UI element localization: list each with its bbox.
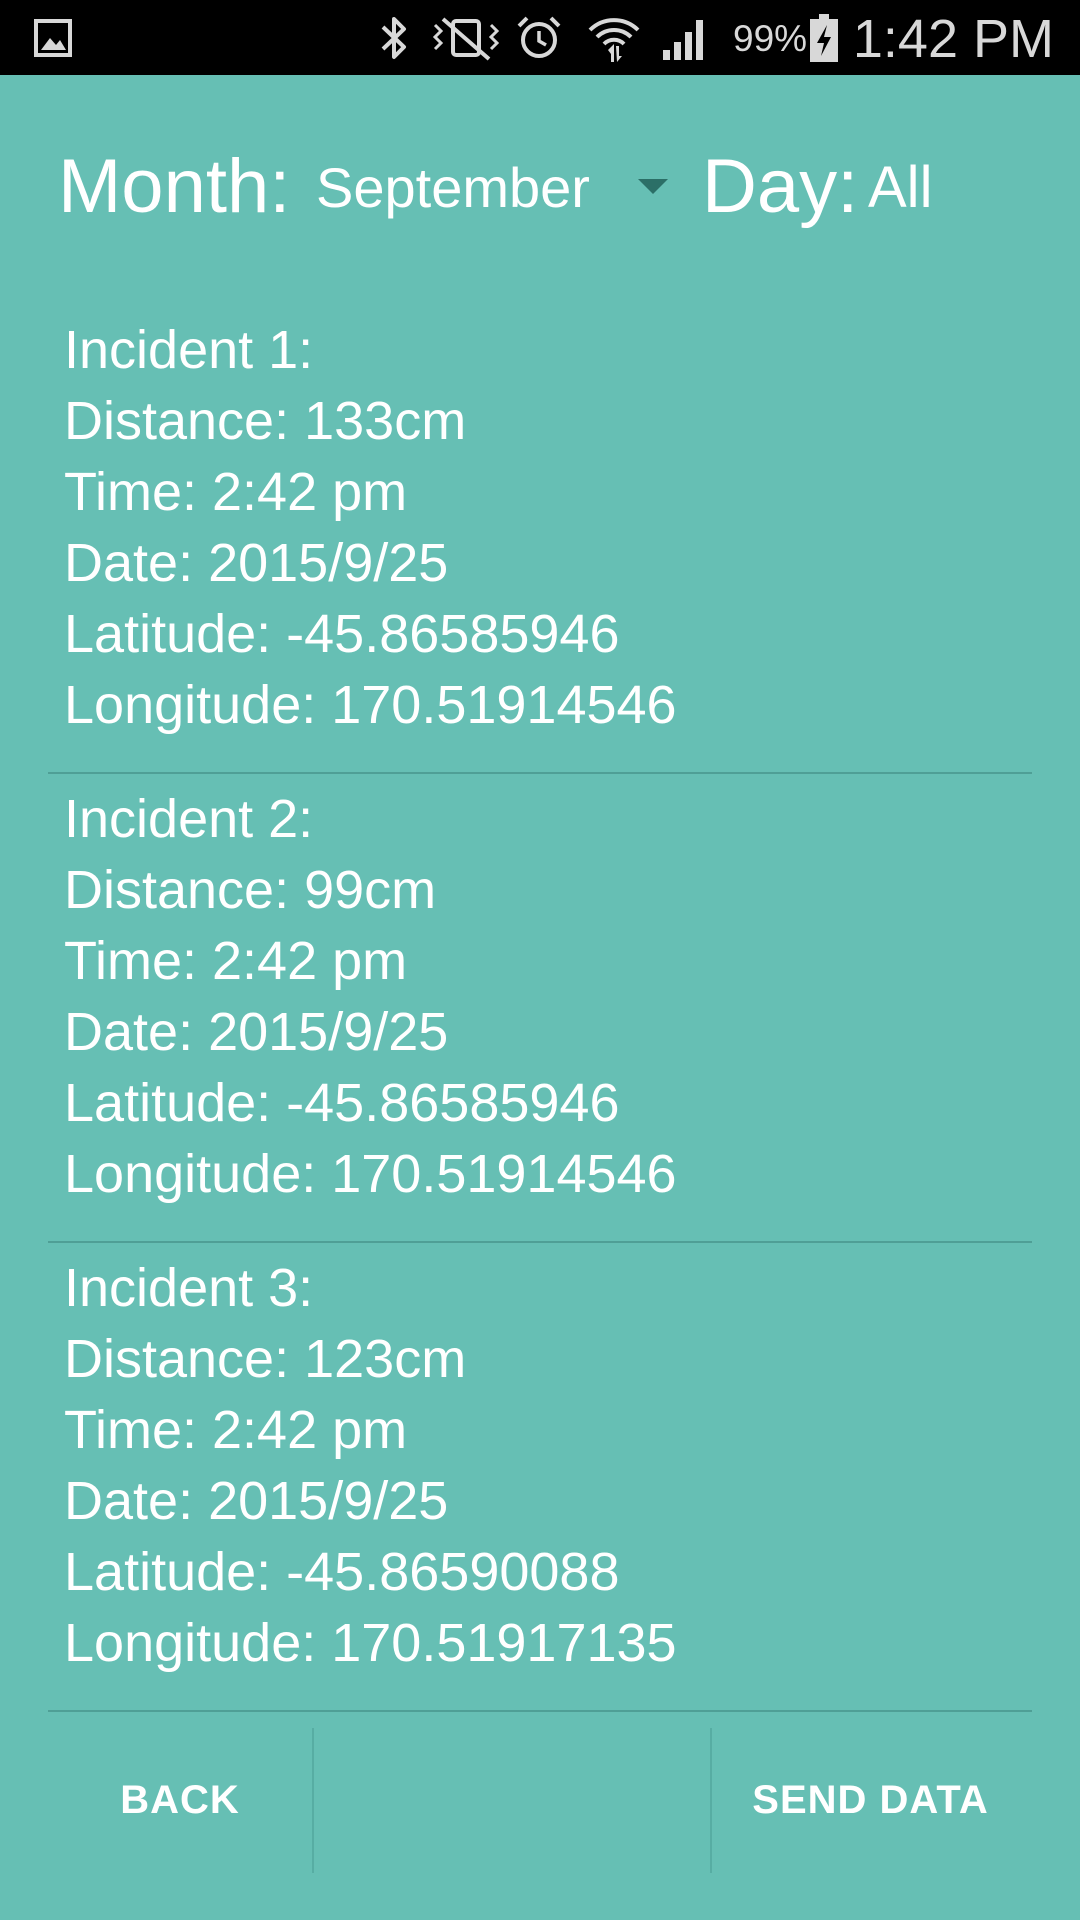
month-label: Month: bbox=[58, 144, 291, 229]
incident-title: Incident 1: bbox=[64, 320, 314, 380]
incident-title: Incident 2: bbox=[64, 789, 314, 849]
list-item[interactable]: Incident 3: Distance: 123cm Time: 2:42 p… bbox=[48, 1243, 1032, 1712]
battery-percent: 99% bbox=[733, 18, 808, 59]
incident-date: Date: 2015/9/25 bbox=[64, 1471, 449, 1531]
gallery-icon bbox=[30, 0, 76, 75]
vibrate-mute-icon bbox=[428, 0, 504, 75]
incident-longitude: Longitude: 170.51917135 bbox=[64, 1613, 677, 1673]
alarm-icon bbox=[512, 0, 566, 75]
button-divider bbox=[312, 1728, 314, 1873]
month-selected-value: September bbox=[316, 156, 590, 219]
incident-distance: Distance: 123cm bbox=[64, 1329, 467, 1389]
incident-latitude: Latitude: -45.86590088 bbox=[64, 1542, 620, 1602]
wifi-icon bbox=[584, 0, 644, 75]
battery-charging-icon bbox=[806, 0, 842, 75]
incident-time: Time: 2:42 pm bbox=[64, 462, 408, 522]
list-item[interactable]: Incident 1: Distance: 133cm Time: 2:42 p… bbox=[48, 305, 1032, 774]
signal-icon bbox=[660, 0, 710, 75]
send-data-button[interactable]: SEND DATA bbox=[718, 1728, 1023, 1873]
button-bar: BACK SEND DATA bbox=[0, 1728, 1080, 1873]
list-item[interactable]: Incident 2: Distance: 99cm Time: 2:42 pm… bbox=[48, 774, 1032, 1243]
incident-latitude: Latitude: -45.86585946 bbox=[64, 1073, 620, 1133]
incident-list[interactable]: Incident 1: Distance: 133cm Time: 2:42 p… bbox=[48, 305, 1032, 1712]
incident-time: Time: 2:42 pm bbox=[64, 1400, 408, 1460]
incident-distance: Distance: 99cm bbox=[64, 860, 437, 920]
incident-longitude: Longitude: 170.51914546 bbox=[64, 675, 677, 735]
status-bar: 99% 1:42 PM bbox=[0, 0, 1080, 75]
back-button[interactable]: BACK bbox=[50, 1728, 310, 1873]
incident-date: Date: 2015/9/25 bbox=[64, 533, 449, 593]
bluetooth-icon bbox=[372, 0, 416, 75]
day-label: Day: bbox=[702, 144, 859, 229]
incident-latitude: Latitude: -45.86585946 bbox=[64, 604, 620, 664]
month-dropdown[interactable]: September bbox=[316, 145, 676, 230]
incident-distance: Distance: 133cm bbox=[64, 391, 467, 451]
clock-time: 1:42 PM bbox=[852, 9, 1054, 69]
button-divider bbox=[710, 1728, 712, 1873]
incident-date: Date: 2015/9/25 bbox=[64, 1002, 449, 1062]
incident-longitude: Longitude: 170.51914546 bbox=[64, 1144, 677, 1204]
day-value[interactable]: All bbox=[868, 145, 932, 230]
incident-title: Incident 3: bbox=[64, 1258, 314, 1318]
incident-time: Time: 2:42 pm bbox=[64, 931, 408, 991]
dropdown-caret-icon bbox=[638, 179, 668, 194]
filter-row: Month: September Day: All bbox=[0, 75, 1080, 290]
